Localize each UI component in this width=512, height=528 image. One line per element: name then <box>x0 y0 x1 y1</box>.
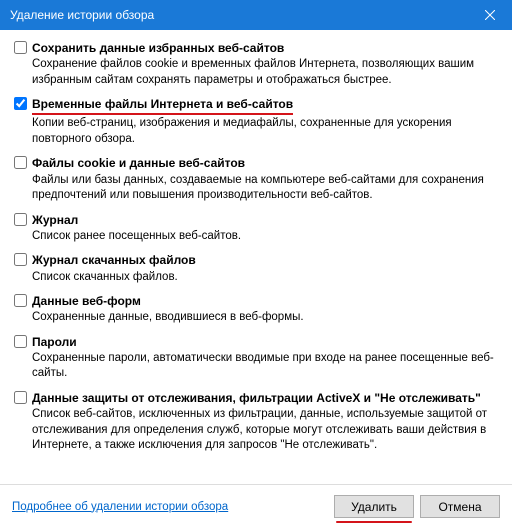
button-group: Удалить Отмена <box>334 495 500 518</box>
option-description: Копии веб-страниц, изображения и медиафа… <box>32 116 498 147</box>
option-label[interactable]: Данные веб-форм <box>32 293 498 309</box>
option-label[interactable]: Пароли <box>32 334 498 350</box>
option-text: Данные защиты от отслеживания, фильтраци… <box>32 390 498 454</box>
option-label[interactable]: Журнал скачанных файлов <box>32 252 498 268</box>
highlight-underline <box>336 521 412 524</box>
delete-button[interactable]: Удалить <box>334 495 414 518</box>
option-description: Список скачанных файлов. <box>32 270 498 286</box>
option-description: Сохранение файлов cookie и временных фай… <box>32 57 498 88</box>
option-label[interactable]: Временные файлы Интернета и веб-сайтов <box>32 96 498 115</box>
option-label[interactable]: Файлы cookie и данные веб-сайтов <box>32 155 498 171</box>
option-checkbox[interactable] <box>14 41 27 54</box>
option-text: Сохранить данные избранных веб-сайтовСох… <box>32 40 498 88</box>
option-description: Сохраненные данные, вводившиеся в веб-фо… <box>32 310 498 326</box>
option-row: ПаролиСохраненные пароли, автоматически … <box>14 334 498 382</box>
option-text: Журнал скачанных файлов Список скачанных … <box>32 252 498 285</box>
option-text: Данные веб-формСохраненные данные, вводи… <box>32 293 498 326</box>
option-description: Файлы или базы данных, создаваемые на ко… <box>32 173 498 204</box>
option-description: Сохраненные пароли, автоматически вводим… <box>32 351 498 382</box>
option-checkbox[interactable] <box>14 156 27 169</box>
option-label[interactable]: Данные защиты от отслеживания, фильтраци… <box>32 390 498 406</box>
option-checkbox[interactable] <box>14 253 27 266</box>
option-row: Сохранить данные избранных веб-сайтовСох… <box>14 40 498 88</box>
titlebar: Удаление истории обзора <box>0 0 512 30</box>
option-checkbox[interactable] <box>14 213 27 226</box>
option-description: Список веб-сайтов, исключенных из фильтр… <box>32 407 498 454</box>
option-checkbox[interactable] <box>14 391 27 404</box>
option-text: ПаролиСохраненные пароли, автоматически … <box>32 334 498 382</box>
option-row: Данные защиты от отслеживания, фильтраци… <box>14 390 498 454</box>
option-row: Файлы cookie и данные веб-сайтов Файлы ил… <box>14 155 498 203</box>
option-row: Журнал скачанных файлов Список скачанных … <box>14 252 498 285</box>
help-link[interactable]: Подробнее об удалении истории обзора <box>12 501 228 513</box>
option-checkbox[interactable] <box>14 294 27 307</box>
close-icon <box>485 10 495 20</box>
option-text: ЖурналСписок ранее посещенных веб-сайтов… <box>32 212 498 245</box>
options-container: Сохранить данные избранных веб-сайтовСох… <box>0 30 512 484</box>
option-text: Файлы cookie и данные веб-сайтов Файлы ил… <box>32 155 498 203</box>
option-checkbox[interactable] <box>14 335 27 348</box>
close-button[interactable] <box>467 0 512 30</box>
option-description: Список ранее посещенных веб-сайтов. <box>32 229 498 245</box>
option-row: Данные веб-формСохраненные данные, вводи… <box>14 293 498 326</box>
dialog-footer: Подробнее об удалении истории обзора Уда… <box>0 484 512 528</box>
window-title: Удаление истории обзора <box>10 8 154 22</box>
option-text: Временные файлы Интернета и веб-сайтовКо… <box>32 96 498 147</box>
cancel-button[interactable]: Отмена <box>420 495 500 518</box>
option-label[interactable]: Сохранить данные избранных веб-сайтов <box>32 40 498 56</box>
option-label[interactable]: Журнал <box>32 212 498 228</box>
option-row: Временные файлы Интернета и веб-сайтовКо… <box>14 96 498 147</box>
option-row: ЖурналСписок ранее посещенных веб-сайтов… <box>14 212 498 245</box>
highlight-underline: Временные файлы Интернета и веб-сайтов <box>32 96 293 115</box>
option-checkbox[interactable] <box>14 97 27 110</box>
